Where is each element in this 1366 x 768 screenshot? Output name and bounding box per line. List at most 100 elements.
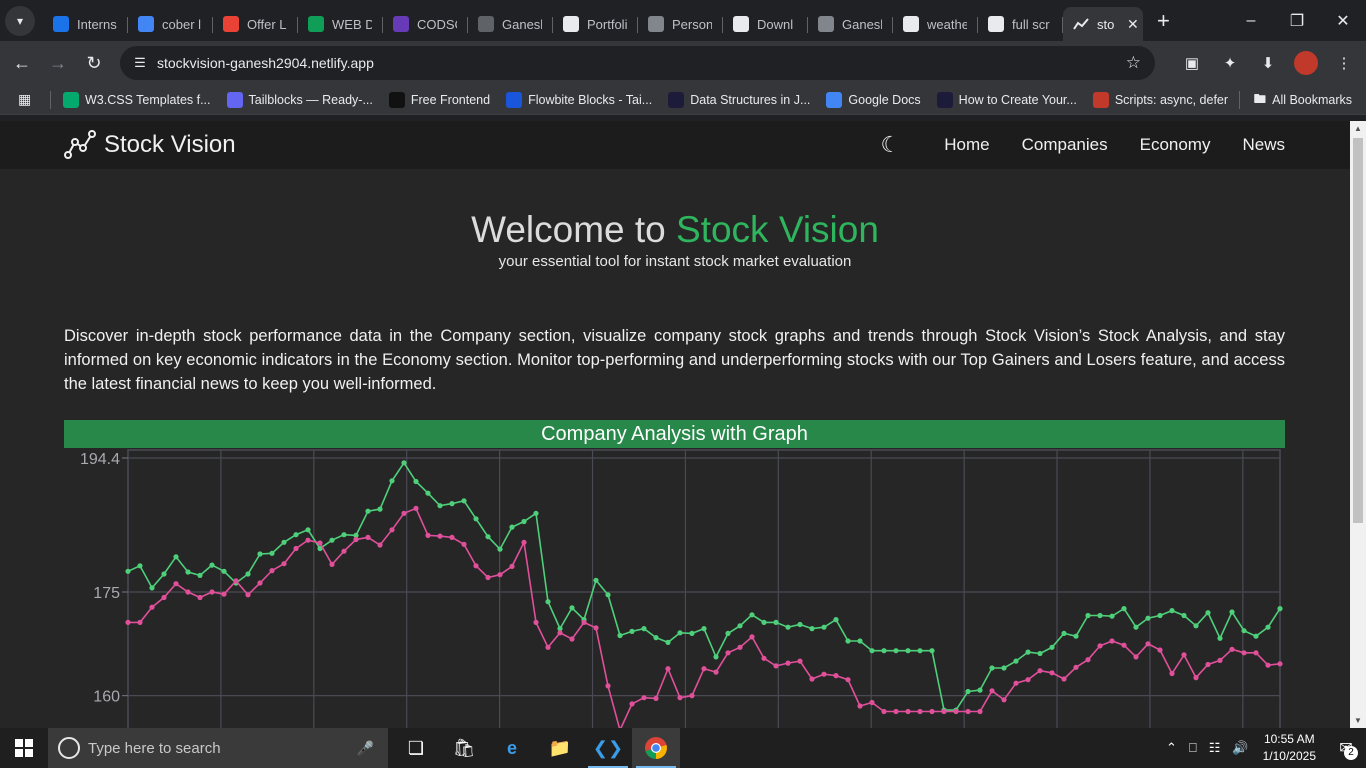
download-icon[interactable]: ⬇ (1256, 51, 1280, 75)
tab-7[interactable]: Person (638, 7, 723, 41)
bookmark-4[interactable]: Data Structures in J... (668, 91, 810, 108)
data-point[interactable] (833, 617, 839, 623)
data-point[interactable] (545, 599, 551, 605)
data-point[interactable] (1049, 644, 1055, 650)
data-point[interactable] (149, 585, 155, 591)
data-point[interactable] (797, 658, 803, 664)
tab-0[interactable]: Interns (43, 7, 128, 41)
data-point[interactable] (281, 561, 287, 567)
bookmark-2[interactable]: Free Frontend (388, 91, 490, 108)
data-point[interactable] (377, 542, 383, 548)
data-point[interactable] (377, 506, 383, 512)
data-point[interactable] (1001, 697, 1007, 703)
data-point[interactable] (197, 572, 203, 578)
bookmark-star-icon[interactable]: ☆ (1126, 53, 1141, 73)
data-point[interactable] (569, 636, 575, 642)
data-point[interactable] (1097, 612, 1103, 619)
all-bookmarks-button[interactable]: 🖿 All Bookmarks (1239, 85, 1352, 115)
bookmark-3[interactable]: Flowbite Blocks - Tai... (506, 91, 652, 108)
data-point[interactable] (1253, 633, 1259, 639)
data-point[interactable] (1109, 613, 1115, 619)
microsoft-store-icon[interactable]: 🛍 (440, 728, 488, 768)
data-point[interactable] (137, 619, 143, 625)
data-point[interactable] (329, 561, 335, 567)
data-point[interactable] (785, 660, 791, 666)
reload-icon[interactable]: ↻ (76, 45, 112, 81)
forward-arrow-icon[interactable]: → (40, 45, 76, 81)
data-point[interactable] (857, 638, 863, 644)
data-point[interactable] (437, 503, 443, 509)
data-point[interactable] (977, 708, 983, 715)
data-point[interactable] (665, 639, 671, 645)
data-point[interactable] (917, 708, 923, 715)
data-point[interactable] (749, 612, 755, 618)
data-point[interactable] (161, 594, 167, 601)
chrome-icon[interactable] (632, 728, 680, 768)
data-point[interactable] (1073, 633, 1079, 639)
data-point[interactable] (1169, 608, 1175, 614)
tab-4[interactable]: CODSC (383, 7, 468, 41)
data-point[interactable] (677, 630, 683, 636)
page-scrollbar[interactable]: ▲ ▼ (1350, 121, 1366, 728)
data-point[interactable] (713, 654, 719, 660)
data-point[interactable] (245, 571, 251, 577)
data-point[interactable] (149, 604, 155, 610)
data-point[interactable] (701, 626, 707, 632)
data-point[interactable] (905, 648, 911, 654)
data-point[interactable] (1085, 657, 1091, 663)
data-point[interactable] (437, 533, 443, 539)
close-window-icon[interactable]: ✕ (1320, 0, 1366, 41)
data-point[interactable] (545, 644, 551, 650)
data-point[interactable] (761, 655, 767, 661)
data-point[interactable] (1193, 675, 1199, 681)
tab-1[interactable]: cober l (128, 7, 213, 41)
data-point[interactable] (737, 644, 743, 650)
tab-3[interactable]: WEB D (298, 7, 383, 41)
bookmark-5[interactable]: Google Docs (826, 91, 921, 108)
data-point[interactable] (617, 632, 623, 639)
data-point[interactable] (1157, 647, 1163, 653)
data-point[interactable] (413, 505, 419, 511)
data-point[interactable] (761, 619, 767, 625)
apps-grid-icon[interactable]: ▦ (18, 91, 36, 108)
data-point[interactable] (365, 534, 371, 540)
data-point[interactable] (653, 695, 659, 701)
scrollbar-thumb[interactable] (1353, 138, 1363, 523)
tab-10[interactable]: weathe (893, 7, 978, 41)
nav-home[interactable]: Home (944, 135, 989, 155)
data-point[interactable] (905, 708, 911, 715)
data-point[interactable] (341, 548, 347, 554)
data-point[interactable] (569, 605, 575, 611)
data-point[interactable] (293, 545, 299, 552)
menu-kebab-icon[interactable]: ⋮ (1332, 51, 1356, 75)
data-point[interactable] (317, 540, 323, 546)
data-point[interactable] (221, 591, 227, 597)
restore-icon[interactable]: ❐ (1274, 0, 1320, 41)
nav-news[interactable]: News (1242, 135, 1285, 155)
data-point[interactable] (341, 532, 347, 538)
data-point[interactable] (1061, 630, 1067, 636)
data-point[interactable] (1109, 638, 1115, 644)
tab-11[interactable]: full scr (978, 7, 1063, 41)
data-point[interactable] (401, 460, 407, 466)
data-point[interactable] (1133, 654, 1139, 660)
data-point[interactable] (1169, 670, 1175, 677)
data-point[interactable] (485, 574, 491, 581)
data-point[interactable] (929, 708, 935, 715)
data-point[interactable] (1145, 641, 1151, 647)
taskbar-search[interactable]: Type here to search 🎤 (48, 728, 388, 768)
data-point[interactable] (293, 532, 299, 538)
tray-chevron-icon[interactable]: ⌃ (1166, 740, 1177, 756)
data-point[interactable] (509, 563, 515, 569)
data-point[interactable] (917, 648, 923, 654)
data-point[interactable] (1013, 658, 1019, 664)
data-point[interactable] (173, 554, 179, 560)
data-point[interactable] (389, 478, 395, 484)
data-point[interactable] (161, 571, 167, 577)
data-point[interactable] (473, 563, 479, 569)
data-point[interactable] (497, 546, 503, 552)
data-point[interactable] (1205, 610, 1211, 616)
address-bar[interactable]: ☰ stockvision-ganesh2904.netlify.app ☆ (120, 46, 1155, 80)
data-point[interactable] (773, 619, 779, 625)
data-point[interactable] (869, 648, 875, 654)
